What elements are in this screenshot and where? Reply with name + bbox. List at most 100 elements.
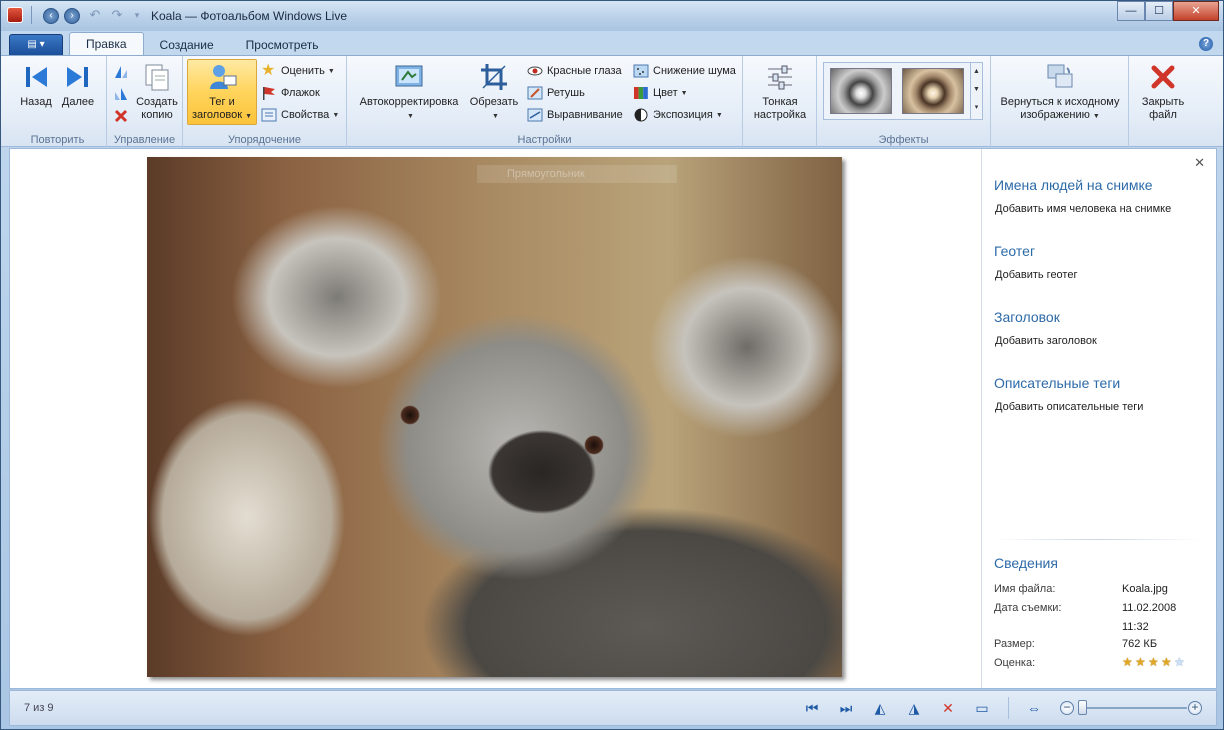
star-icon: ★: [261, 62, 276, 79]
straighten-button[interactable]: Выравнивание: [527, 105, 623, 125]
star-filled-icon[interactable]: ★: [1135, 656, 1148, 668]
add-caption-link[interactable]: Добавить заголовок: [995, 335, 1097, 347]
crop-icon: [481, 64, 507, 90]
effects-gallery-scroll[interactable]: ▲ ▼ ▾: [970, 63, 982, 119]
qat-dropdown-icon[interactable]: ▾: [129, 8, 145, 24]
tag-label-1: Тег и: [209, 96, 235, 108]
close-file-button[interactable]: Закрыть файл: [1133, 60, 1193, 122]
rotate-right-icon[interactable]: [113, 86, 129, 102]
noise-reduction-button[interactable]: Снижение шума: [633, 61, 736, 81]
effect-sepia-thumb[interactable]: [902, 68, 964, 114]
revert-label-2: изображению: [1020, 109, 1090, 121]
info-heading: Сведения: [994, 555, 1058, 571]
previous-image-icon[interactable]: ⏮: [802, 699, 822, 717]
flag-button[interactable]: Флажок: [261, 83, 320, 103]
exposure-label: Экспозиция: [653, 109, 713, 121]
flag-icon: [263, 87, 275, 100]
create-copy-button[interactable]: Создать копию: [133, 60, 181, 122]
star-filled-icon[interactable]: ★: [1148, 656, 1161, 668]
group-label-organize: Упорядочение: [228, 134, 301, 146]
group-label-repeat: Повторить: [30, 134, 85, 146]
exposure-icon: [634, 108, 648, 122]
zoom-slider-track[interactable]: [1081, 707, 1187, 709]
delete-status-icon[interactable]: ✕: [938, 699, 958, 717]
back-label: Назад: [20, 96, 52, 108]
back-button[interactable]: Назад: [15, 60, 57, 109]
next-button[interactable]: Далее: [57, 60, 99, 109]
tag-label-2: заголовок: [191, 109, 243, 121]
tag-and-caption-button[interactable]: Тег и заголовок ▼: [187, 59, 257, 125]
retouch-icon: [527, 86, 543, 100]
tab-view[interactable]: Просмотреть: [230, 34, 335, 56]
properties-button[interactable]: Свойства ▼: [261, 105, 339, 125]
effects-gallery: ▲ ▼ ▾: [823, 62, 983, 120]
close-pane-icon[interactable]: ✕: [1194, 155, 1205, 171]
revert-to-original-button[interactable]: Вернуться к исходному изображению ▼: [995, 60, 1125, 123]
autocorrect-label: Автокорректировка: [359, 96, 459, 108]
color-button[interactable]: Цвет ▼: [633, 83, 688, 103]
zoom-slider-thumb[interactable]: [1078, 700, 1088, 715]
statusbar-separator: [1008, 697, 1009, 719]
info-separator: [992, 539, 1202, 540]
star-filled-icon[interactable]: ★: [1122, 656, 1135, 668]
retouch-button[interactable]: Ретушь: [527, 83, 585, 103]
add-person-link[interactable]: Добавить имя человека на снимке: [995, 203, 1171, 215]
undo-icon[interactable]: ↶: [87, 8, 103, 24]
photo-gallery-app-icon[interactable]: [7, 7, 23, 23]
rotate-right-status-icon[interactable]: ◮: [904, 699, 924, 717]
crop-label: Обрезать: [469, 96, 519, 108]
add-tags-link[interactable]: Добавить описательные теги: [995, 401, 1143, 413]
title-bar: ‹ › ↶ ↷ ▾ Koala — Фотоальбом Windows Liv…: [1, 1, 1223, 31]
autocorrect-button[interactable]: Автокорректировка ▼: [353, 60, 465, 123]
effect-grayscale-thumb[interactable]: [830, 68, 892, 114]
main-view: Прямоугольник ✕ Имена людей на снимке До…: [9, 148, 1217, 689]
qat-separator: [31, 6, 32, 24]
maximize-button[interactable]: ☐: [1145, 1, 1173, 21]
ribbon-tabs: ▤ ▾ Правка Создание Просмотреть: [9, 32, 335, 56]
color-label: Цвет: [653, 87, 678, 99]
fine-tune-button[interactable]: Тонкая настройка: [747, 60, 813, 122]
star-filled-icon[interactable]: ★: [1161, 656, 1174, 668]
group-repeat: Назад Далее Повторить: [9, 56, 107, 148]
tab-create[interactable]: Создание: [144, 34, 230, 56]
star-empty-icon[interactable]: ★: [1174, 656, 1187, 668]
geotag-heading: Геотег: [994, 243, 1036, 259]
exposure-button[interactable]: Экспозиция ▼: [633, 105, 723, 125]
rating-label: Оценка:: [994, 657, 1036, 669]
back-arrow-icon[interactable]: ‹: [43, 8, 59, 24]
group-adjust: Автокорректировка ▼ Обрезать ▼ Красные гла…: [347, 56, 743, 148]
zoom-out-button[interactable]: −: [1060, 701, 1074, 715]
crop-dropdown-icon: ▼: [492, 113, 499, 120]
rating-stars[interactable]: ★ ★ ★ ★ ★: [1122, 656, 1187, 668]
fit-to-window-icon[interactable]: ⇔: [1024, 699, 1044, 717]
red-eye-button[interactable]: Красные глаза: [527, 61, 622, 81]
red-eye-label: Красные глаза: [547, 65, 622, 77]
koala-photo[interactable]: Прямоугольник: [147, 157, 842, 677]
window-controls: — ☐ ✕: [1117, 1, 1219, 21]
rotate-left-status-icon[interactable]: ◭: [870, 699, 890, 717]
close-window-button[interactable]: ✕: [1173, 1, 1219, 21]
revert-label-1: Вернуться к исходному: [1000, 96, 1120, 108]
help-icon[interactable]: ?: [1199, 37, 1213, 51]
close-file-label-1: Закрыть: [1141, 96, 1185, 108]
redo-icon[interactable]: ↷: [109, 8, 125, 24]
fine-tune-label-2: настройка: [753, 109, 807, 121]
minimize-button[interactable]: —: [1117, 1, 1145, 21]
file-menu-button[interactable]: ▤ ▾: [9, 34, 63, 56]
close-file-icon: [1151, 65, 1175, 89]
skip-back-icon: [26, 67, 47, 87]
forward-arrow-icon[interactable]: ›: [64, 8, 80, 24]
rate-button[interactable]: ★ Оценить ▼: [261, 61, 335, 81]
size-label: Размер:: [994, 638, 1035, 650]
group-label-effects: Эффекты: [878, 134, 929, 146]
next-image-icon[interactable]: ⏭: [836, 699, 856, 717]
zoom-in-button[interactable]: +: [1188, 701, 1202, 715]
noise-icon: [633, 64, 649, 78]
rotate-left-icon[interactable]: [113, 64, 129, 80]
delete-icon[interactable]: [113, 108, 129, 124]
crop-button[interactable]: Обрезать ▼: [465, 60, 523, 123]
tab-edit[interactable]: Правка: [69, 32, 144, 56]
slideshow-icon[interactable]: ▭: [972, 699, 992, 717]
add-geotag-link[interactable]: Добавить геотег: [995, 269, 1077, 281]
color-dropdown-icon: ▼: [680, 89, 688, 97]
